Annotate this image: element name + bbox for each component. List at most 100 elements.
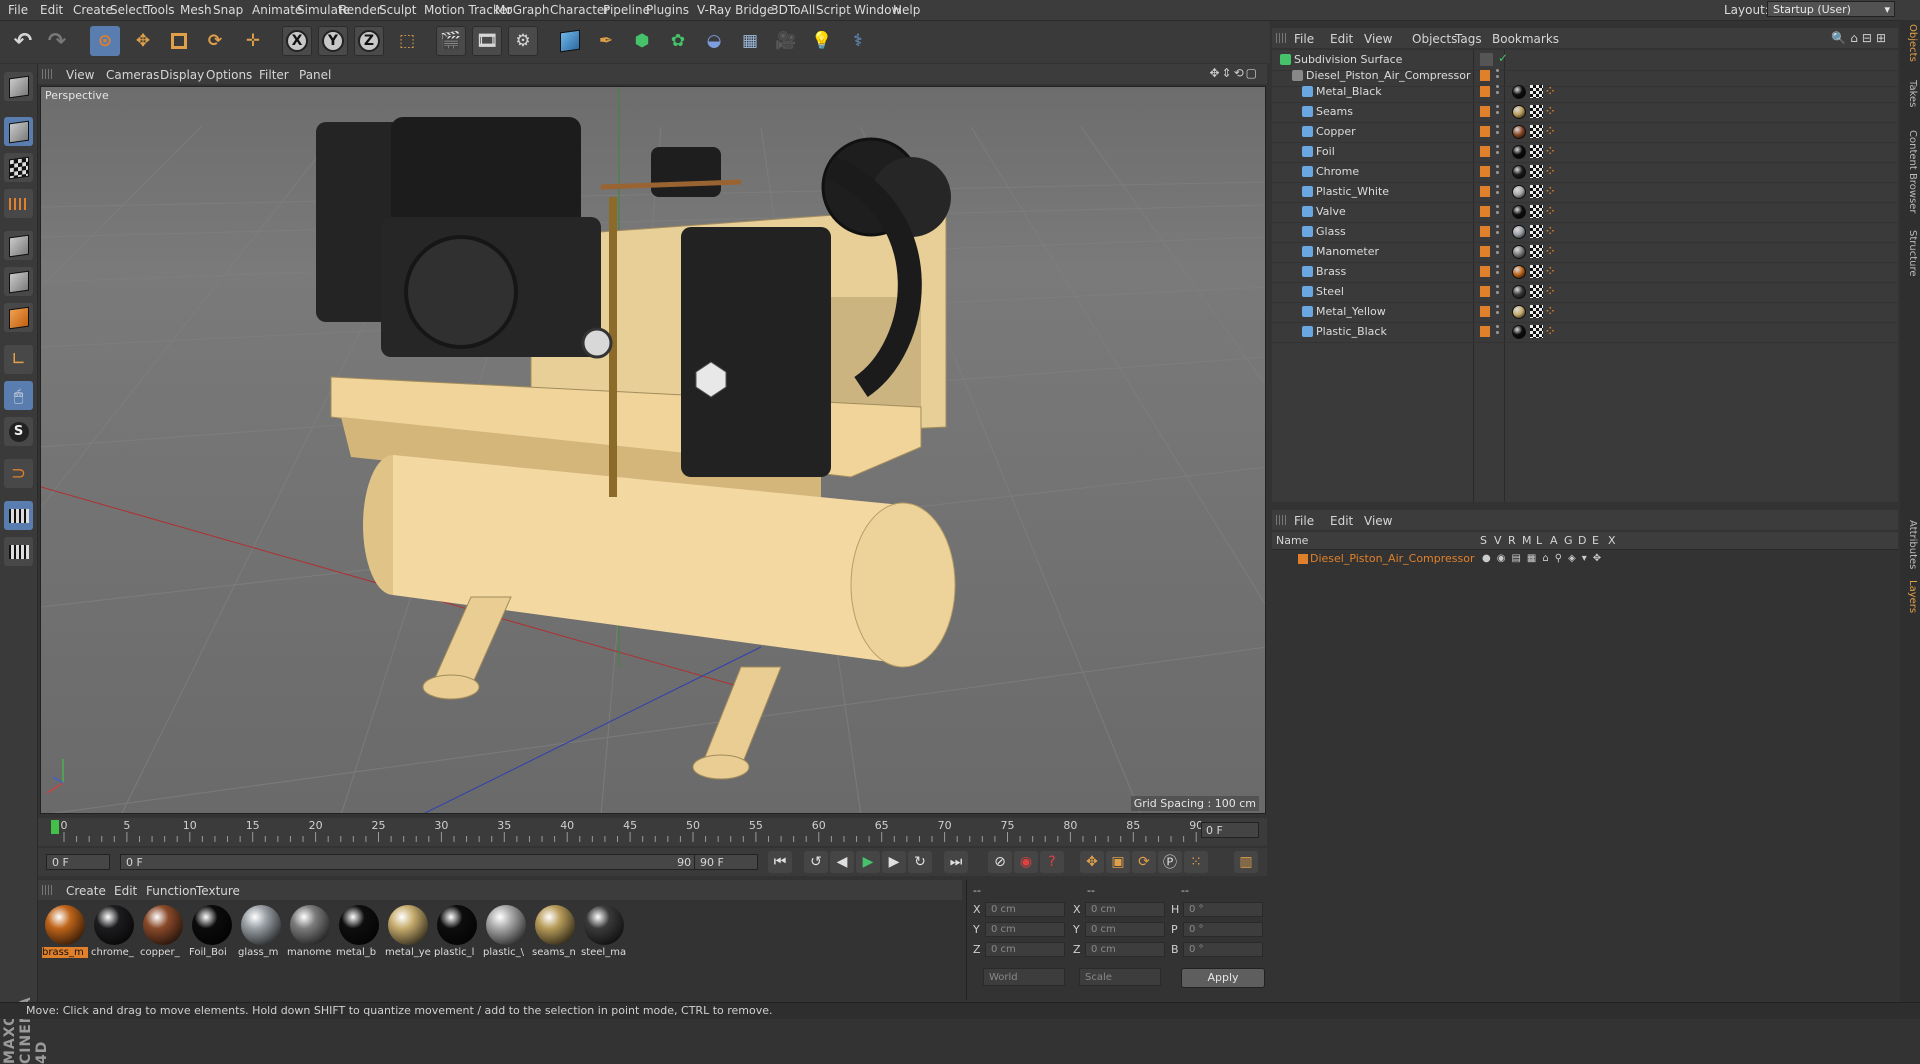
phong-tag-icon[interactable]: ⁘ [1546,166,1558,178]
move-tool-icon[interactable]: ✥ [128,26,158,56]
material-swatch[interactable]: seams_n [532,903,578,961]
menu-character[interactable]: Character [550,3,609,17]
transform-mode-dropdown[interactable]: Scale [1079,968,1161,986]
uvw-tag-icon[interactable] [1530,185,1543,198]
object-menu-tags[interactable]: Tags [1455,32,1482,46]
object-row[interactable]: Brass ⁘ [1272,262,1898,283]
material-menu-function[interactable]: Function [146,884,197,898]
viewport-menu-display[interactable]: Display [160,68,204,82]
render-view-icon[interactable]: 🎬 [436,26,466,56]
phong-tag-icon[interactable]: ⁘ [1546,206,1558,218]
render-settings-icon[interactable]: ⚙ [508,26,538,56]
uvw-tag-icon[interactable] [1530,205,1543,218]
solo-mode-icon[interactable]: S [4,417,33,446]
object-row[interactable]: Glass ⁘ [1272,222,1898,243]
object-row[interactable]: Copper ⁘ [1272,122,1898,143]
phong-tag-icon[interactable]: ⁘ [1546,126,1558,138]
layer-menu-file[interactable]: File [1294,514,1314,528]
phong-tag-icon[interactable]: ⁘ [1546,226,1558,238]
scale-tool-icon[interactable] [164,26,194,56]
end-frame-field[interactable]: 90 F [694,854,758,870]
edges-mode-icon[interactable] [4,267,33,296]
material-tag-icon[interactable] [1512,325,1526,339]
object-menu-bookmarks[interactable]: Bookmarks [1492,32,1559,46]
layer-column-l[interactable]: L [1536,534,1542,547]
preview-range-slider[interactable]: 0 F 90 F [120,854,720,870]
layer-color-swatch[interactable] [1480,166,1490,177]
visibility-dots-icon[interactable] [1496,105,1500,117]
menu-help[interactable]: Help [893,3,920,17]
uvw-tag-icon[interactable] [1530,305,1543,318]
menu-snap[interactable]: Snap [213,3,243,17]
frame-ruler[interactable]: 0 5 10 15 20 25 30 35 40 45 50 55 60 65 70 75 80 85 90 [54,818,1254,846]
material-swatch[interactable]: brass_m [42,903,88,961]
material-tag-icon[interactable] [1512,145,1526,159]
layer-color-swatch[interactable] [1480,286,1490,297]
phong-tag-icon[interactable]: ⁘ [1546,266,1558,278]
menu-script[interactable]: Script [816,3,851,17]
rotate-tool-icon[interactable]: ⟳ [200,26,230,56]
axis-mode-icon[interactable]: ∟ [4,345,33,374]
y-axis-lock-icon[interactable]: Y [318,26,348,56]
record-keys-icon[interactable]: ⊘ [988,851,1012,873]
visibility-dots-icon[interactable] [1496,145,1500,157]
visibility-dots-icon[interactable] [1496,225,1500,237]
uvw-tag-icon[interactable] [1530,245,1543,258]
layer-color-swatch[interactable] [1480,266,1490,277]
polygons-mode-icon[interactable] [4,303,33,332]
previous-frame-icon[interactable]: ◀ [830,851,854,873]
z-axis-lock-icon[interactable]: Z [354,26,384,56]
coordinate-system-icon[interactable]: ⬚ [392,26,422,56]
points-mode-icon[interactable] [4,231,33,260]
cube-primitive-icon[interactable] [555,26,585,56]
menu-mesh[interactable]: Mesh [180,3,212,17]
layer-color-swatch[interactable] [1480,186,1490,197]
tab-takes[interactable]: Takes [1902,80,1918,107]
visibility-dots-icon[interactable] [1496,165,1500,177]
panel-grip-icon[interactable] [42,69,52,79]
object-row[interactable]: Foil ⁘ [1272,142,1898,163]
layer-toggle-icon[interactable] [1480,53,1493,66]
layer-color-swatch[interactable] [1480,206,1490,217]
workplane-mode-icon[interactable] [4,189,33,218]
uvw-tag-icon[interactable] [1530,85,1543,98]
object-manager-tools-icon[interactable]: 🔍⌂⊟⊞ [1831,31,1890,45]
phong-tag-icon[interactable]: ⁘ [1546,106,1558,118]
layer-row[interactable]: Diesel_Piston_Air_Compressor ●◉▤▦⌂⚲◈▾✥ [1272,550,1898,568]
workplane-lock-icon[interactable] [4,501,33,530]
layer-column-e[interactable]: E [1592,534,1599,547]
live-selection-tool-icon[interactable]: ⊙ [90,26,120,56]
material-tag-icon[interactable] [1512,105,1526,119]
material-menu-create[interactable]: Create [66,884,106,898]
light-icon[interactable]: 💡 [807,26,837,56]
transform-tool-icon[interactable]: ✛ [238,26,268,56]
floor-icon[interactable]: ▦ [735,26,765,56]
visibility-dots-icon[interactable] [1496,285,1500,297]
material-tag-icon[interactable] [1512,245,1526,259]
uvw-tag-icon[interactable] [1530,105,1543,118]
tab-structure[interactable]: Structure [1902,230,1918,277]
object-row[interactable]: Metal_Yellow ⁘ [1272,302,1898,323]
layer-column-name[interactable]: Name [1276,534,1308,547]
perspective-viewport[interactable]: Perspective Grid Spacing : 100 cm [40,86,1266,814]
key-position-icon[interactable]: ✥ [1080,851,1104,873]
x-axis-lock-icon[interactable]: X [282,26,312,56]
object-row[interactable]: Valve ⁘ [1272,202,1898,223]
visibility-dots-icon[interactable] [1496,305,1500,317]
visibility-dots-icon[interactable] [1496,265,1500,277]
panel-grip-icon[interactable] [1276,33,1286,43]
material-swatch[interactable]: metal_b [336,903,382,961]
material-tag-icon[interactable] [1512,205,1526,219]
material-tag-icon[interactable] [1512,305,1526,319]
key-pla-icon[interactable]: ⁙ [1184,851,1208,873]
python-icon[interactable]: ⚕ [843,26,873,56]
viewport-menu-cameras[interactable]: Cameras [106,68,159,82]
layer-color-swatch[interactable] [1480,86,1490,97]
object-row[interactable]: Metal_Black ⁘ [1272,82,1898,103]
object-menu-edit[interactable]: Edit [1330,32,1353,46]
tab-layers[interactable]: Layers [1902,580,1918,613]
layer-color-swatch[interactable] [1480,70,1490,81]
position-field[interactable]: 0 cm [985,942,1065,957]
object-row[interactable]: Plastic_Black ⁘ [1272,322,1898,343]
key-scale-icon[interactable]: ▣ [1106,851,1130,873]
